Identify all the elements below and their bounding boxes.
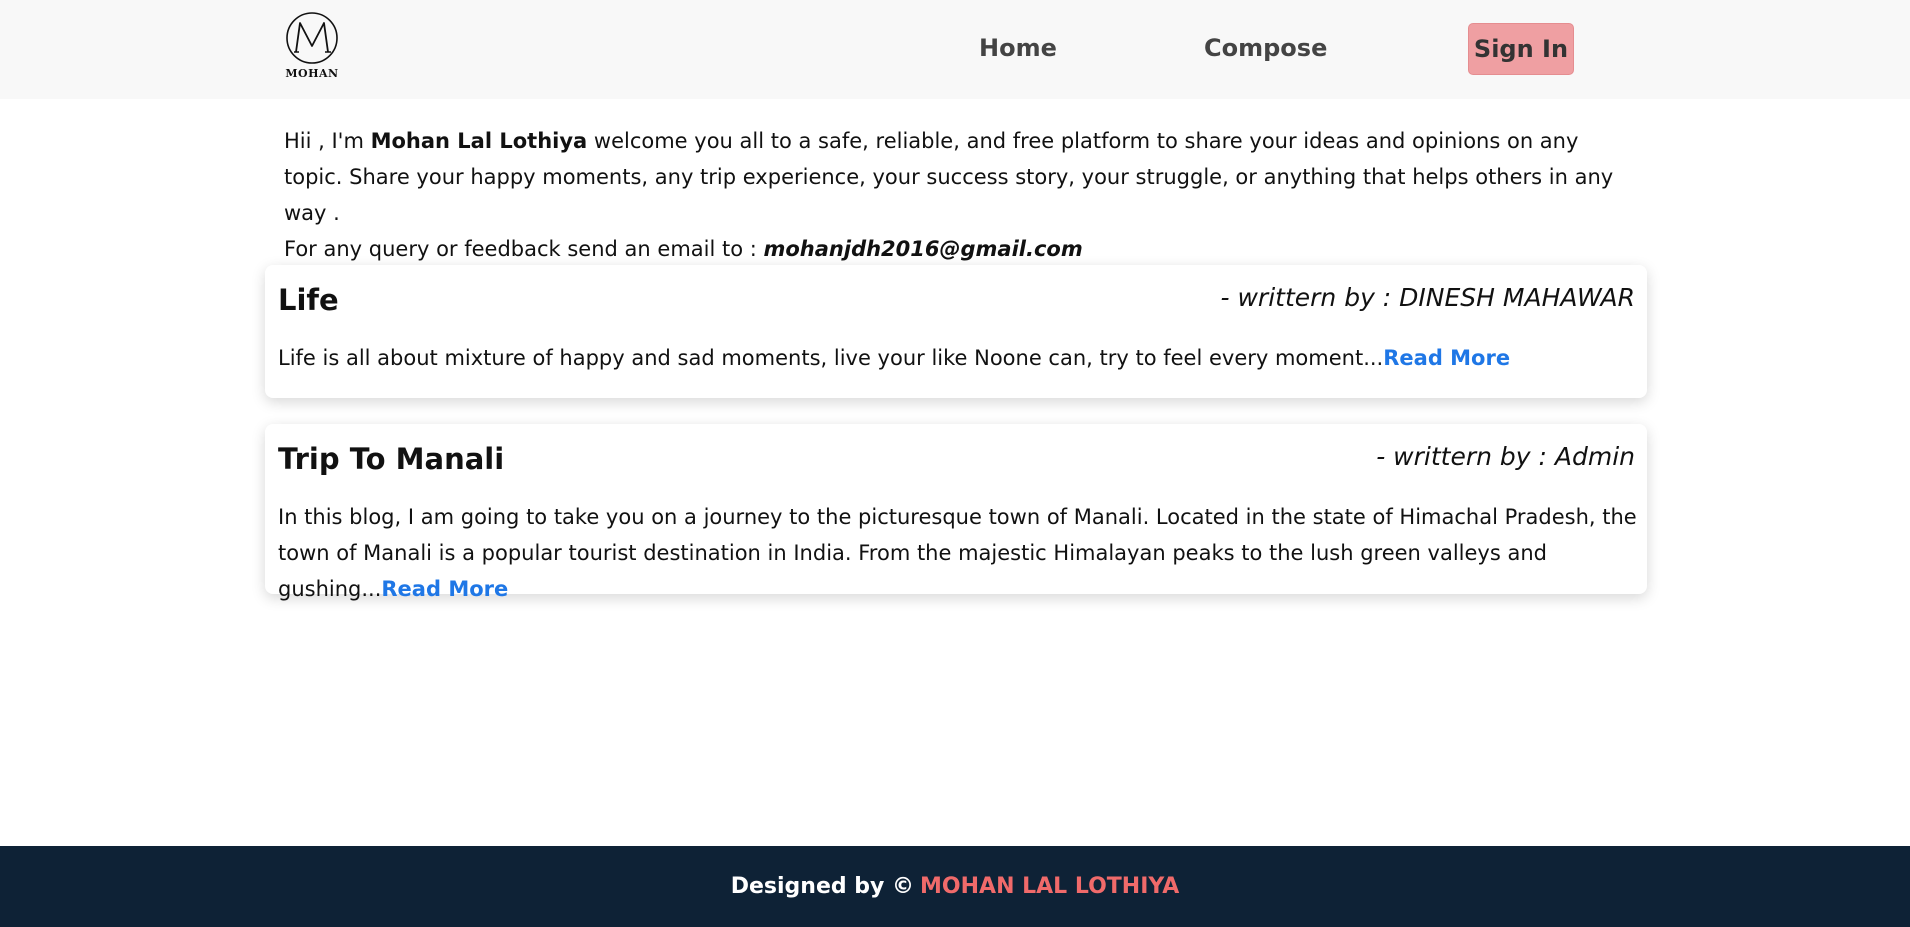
intro-author-name: Mohan Lal Lothiya	[370, 129, 588, 153]
footer: Designed by © MOHAN LAL LOTHIYA	[0, 846, 1910, 927]
logo-text: MOHAN	[285, 67, 339, 80]
post-card: Life - writtern by : DINESH MAHAWAR Life…	[265, 265, 1647, 398]
post-title: Life	[278, 283, 339, 317]
post-excerpt-text: Life is all about mixture of happy and s…	[278, 346, 1384, 370]
m-logo-icon	[286, 12, 338, 64]
read-more-link[interactable]: Read More	[381, 577, 508, 601]
footer-designed-by: Designed by ©	[730, 874, 915, 899]
intro-query-text: For any query or feedback send an email …	[284, 237, 764, 261]
intro-section: Hii , I'm Mohan Lal Lothiya welcome you …	[284, 123, 1634, 267]
header: MOHAN Home Compose Sign In	[0, 0, 1910, 99]
contact-email: mohanjdh2016@gmail.com	[763, 237, 1083, 261]
post-author: - writtern by : Admin	[1376, 442, 1635, 471]
post-author: - writtern by : DINESH MAHAWAR	[1220, 283, 1636, 312]
sign-in-button[interactable]: Sign In	[1468, 23, 1574, 75]
post-excerpt: Life is all about mixture of happy and s…	[278, 340, 1638, 376]
page: MOHAN Home Compose Sign In Hii , I'm Moh…	[0, 0, 1910, 927]
nav-compose-link[interactable]: Compose	[1204, 34, 1327, 62]
logo-link[interactable]: MOHAN	[282, 10, 342, 82]
intro-greeting: Hii , I'm	[284, 129, 371, 153]
nav-home-link[interactable]: Home	[979, 34, 1057, 62]
post-title: Trip To Manali	[278, 442, 505, 476]
post-excerpt: In this blog, I am going to take you on …	[278, 499, 1638, 607]
read-more-link[interactable]: Read More	[1383, 346, 1510, 370]
footer-designer-name: MOHAN LAL LOTHIYA	[920, 874, 1180, 899]
post-card: Trip To Manali - writtern by : Admin In …	[265, 424, 1647, 601]
